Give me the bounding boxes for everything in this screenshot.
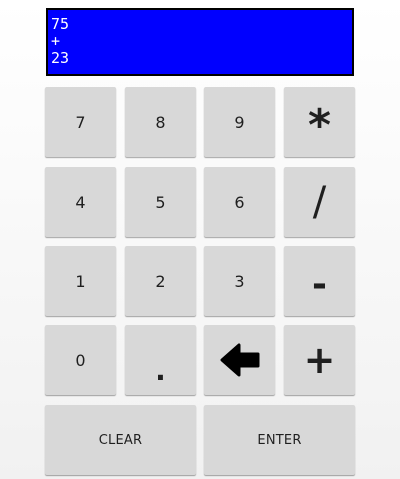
display-line-2: + <box>51 32 61 50</box>
calculator-display: 75 + 23 <box>46 8 354 76</box>
key-5[interactable]: 5 <box>125 167 196 237</box>
key-4[interactable]: 4 <box>45 167 116 237</box>
key-backspace[interactable] <box>204 325 275 395</box>
display-line-3: 23 <box>51 49 70 67</box>
key-divide[interactable]: / <box>284 167 355 237</box>
arrow-left-icon <box>220 343 259 377</box>
key-1[interactable]: 1 <box>45 246 116 316</box>
enter-button[interactable]: ENTER <box>204 405 355 475</box>
key-7[interactable]: 7 <box>45 87 116 157</box>
clear-button[interactable]: CLEAR <box>45 405 196 475</box>
key-add[interactable]: + <box>284 325 355 395</box>
key-3[interactable]: 3 <box>204 246 275 316</box>
key-decimal[interactable]: . <box>125 325 196 395</box>
key-2[interactable]: 2 <box>125 246 196 316</box>
display-line-1: 75 <box>51 15 70 33</box>
key-0[interactable]: 0 <box>45 325 116 395</box>
key-8[interactable]: 8 <box>125 87 196 157</box>
key-multiply[interactable]: * <box>284 87 355 157</box>
key-9[interactable]: 9 <box>204 87 275 157</box>
key-6[interactable]: 6 <box>204 167 275 237</box>
key-subtract[interactable]: - <box>284 246 355 316</box>
